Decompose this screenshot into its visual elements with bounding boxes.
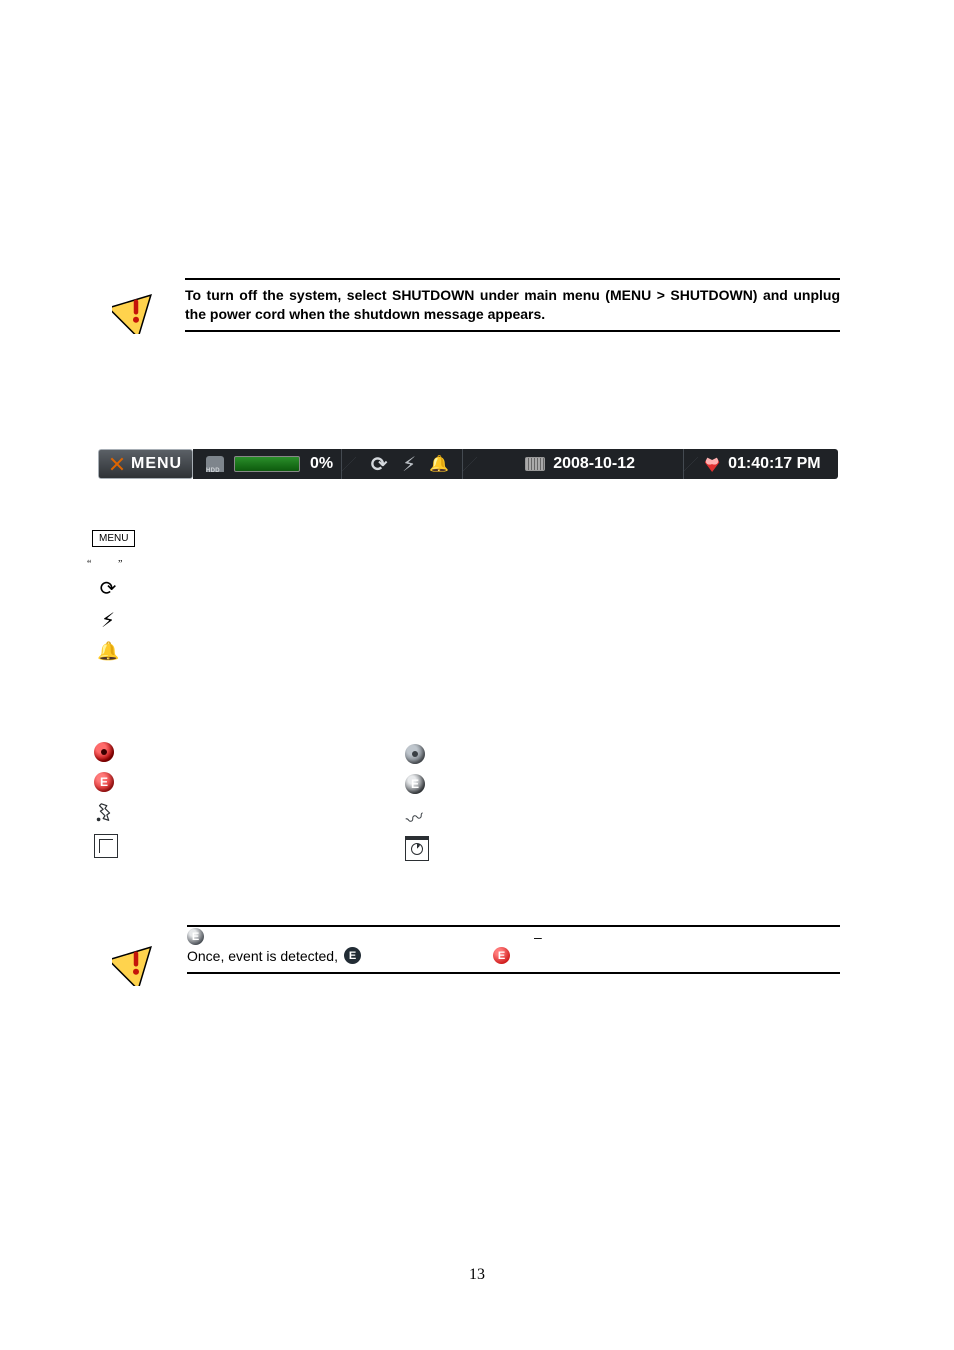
network-icon: ⚡ bbox=[97, 609, 119, 631]
event-note: E – Once, event is detected, E E bbox=[187, 928, 840, 974]
shutdown-note: To turn off the system, select SHUTDOWN … bbox=[185, 278, 840, 332]
legend-col-middle: E 〰 bbox=[405, 744, 429, 861]
sequence-icon: ⟳ bbox=[97, 577, 119, 599]
divider bbox=[683, 449, 698, 479]
caution-icon bbox=[112, 286, 160, 339]
backup-icon bbox=[405, 836, 429, 861]
page-number: 13 bbox=[0, 1266, 954, 1284]
legend-col-1: ⟳ ⚡ 🔔 bbox=[97, 577, 119, 663]
alarm-icon: 🔔 bbox=[97, 641, 119, 663]
event-badge-dark-icon: E bbox=[344, 947, 361, 964]
divider bbox=[187, 972, 840, 974]
hdd-percent: 0% bbox=[310, 455, 333, 473]
event-badge-red-icon: E bbox=[94, 772, 114, 792]
shutdown-note-text: To turn off the system, select SHUTDOWN … bbox=[185, 280, 840, 330]
status-icons: ⟳ ⚡ 🔔 bbox=[356, 449, 462, 479]
time-segment: 01:40:17 PM bbox=[698, 449, 838, 479]
menu-button-small[interactable]: MENU bbox=[92, 530, 135, 547]
event-note-line1-suffix: – bbox=[534, 929, 542, 945]
record-led-red-icon bbox=[94, 742, 114, 762]
audio-wave-icon: 〰 bbox=[402, 801, 430, 829]
divider bbox=[341, 449, 356, 479]
sequence-icon: ⟳ bbox=[368, 453, 390, 475]
event-note-line2-prefix: Once, event is detected, bbox=[187, 948, 338, 964]
keyboard-icon bbox=[525, 457, 545, 471]
network-icon: ⚡ bbox=[398, 453, 420, 475]
caution-icon bbox=[112, 938, 160, 991]
alarm-icon: 🔔 bbox=[428, 453, 450, 475]
tools-x-icon bbox=[109, 456, 125, 472]
quote-marks: “ ” bbox=[87, 559, 134, 570]
motion-icon bbox=[94, 802, 116, 824]
menu-button[interactable]: MENU bbox=[98, 449, 193, 479]
legend-col-left: E bbox=[94, 742, 118, 858]
sequence-view-icon bbox=[94, 834, 118, 858]
menu-button-small-label: MENU bbox=[99, 533, 128, 544]
status-bar: MENU 0% ⟳ ⚡ 🔔 2008-10-12 01:40:17 PM bbox=[98, 449, 838, 479]
menu-label: MENU bbox=[131, 455, 182, 473]
event-badge-grey-icon: E bbox=[405, 774, 425, 794]
event-badge-grey-icon: E bbox=[187, 928, 204, 945]
hdd-segment: 0% bbox=[193, 449, 341, 479]
osd-date: 2008-10-12 bbox=[553, 455, 635, 473]
event-badge-red-icon: E bbox=[493, 947, 510, 964]
heartbeat-icon bbox=[704, 456, 720, 472]
date-segment: 2008-10-12 bbox=[477, 449, 683, 479]
hdd-usage-bar bbox=[234, 456, 300, 472]
divider bbox=[185, 330, 840, 332]
osd-time: 01:40:17 PM bbox=[728, 455, 821, 473]
divider bbox=[187, 925, 840, 927]
divider bbox=[462, 449, 477, 479]
hdd-icon bbox=[206, 456, 224, 472]
record-led-grey-icon bbox=[405, 744, 425, 764]
